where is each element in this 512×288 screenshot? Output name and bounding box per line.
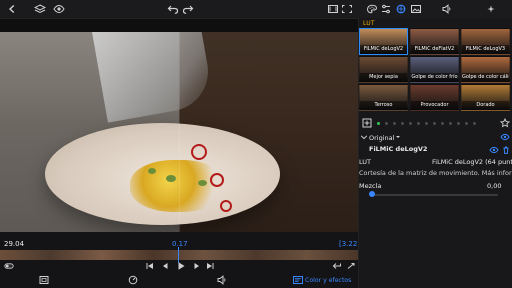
lut-tile[interactable]: Mejor sepia xyxy=(359,56,408,83)
lut-tile-label: Terroso xyxy=(360,101,407,110)
color-effects-label[interactable]: Color y efectos xyxy=(305,277,351,284)
adjust-icon[interactable] xyxy=(380,3,392,15)
preview-split-line[interactable] xyxy=(179,32,180,232)
return-icon[interactable] xyxy=(332,261,342,271)
playhead-time: 0.17 xyxy=(172,240,188,248)
timeline-filmstrip[interactable] xyxy=(0,250,358,260)
mix-slider-track[interactable] xyxy=(370,194,498,196)
pager-dot[interactable] xyxy=(385,122,388,125)
current-lut-title: FiLMiC deLogV2 xyxy=(369,145,428,153)
lut-tile[interactable]: FiLMiC deLogV2 xyxy=(359,28,408,55)
mix-value: 0,00 xyxy=(487,182,502,190)
favorite-star-icon[interactable] xyxy=(500,118,510,128)
mix-slider-knob[interactable] xyxy=(369,191,375,197)
record-toggle-icon[interactable] xyxy=(4,261,14,271)
pager-dot[interactable] xyxy=(377,122,380,125)
fx-icon[interactable] xyxy=(485,3,497,15)
mix-label: Mezcla xyxy=(359,182,382,190)
undo-icon[interactable] xyxy=(167,3,179,15)
lut-tile[interactable]: Golpe de color cálido xyxy=(461,56,510,83)
lut-icon[interactable] xyxy=(395,3,407,15)
preview-red-garnish xyxy=(191,144,207,160)
crop-icon[interactable] xyxy=(38,274,50,286)
lut-tile-label: FiLMiC deFlatV2 xyxy=(411,45,458,54)
frame-back-icon[interactable] xyxy=(160,261,170,271)
preview-red-garnish xyxy=(210,173,224,187)
lut-tile[interactable]: Terroso xyxy=(359,84,408,111)
video-preview[interactable] xyxy=(0,32,358,232)
palette-icon[interactable] xyxy=(366,3,378,15)
audio-icon[interactable] xyxy=(441,3,453,15)
pager-dot[interactable] xyxy=(393,122,396,125)
top-toolbar xyxy=(0,0,512,19)
fullscreen-icon[interactable] xyxy=(341,3,353,15)
lut-tile[interactable]: FiLMiC deFlatV2 xyxy=(410,28,459,55)
redo-icon[interactable] xyxy=(182,3,194,15)
pager-dot[interactable] xyxy=(425,122,428,125)
preview-leaf xyxy=(148,168,156,174)
total-time: [3.22] xyxy=(339,240,361,248)
lut-visibility-icon[interactable] xyxy=(489,145,499,155)
preview-food xyxy=(130,160,226,212)
eye-icon[interactable] xyxy=(53,3,65,15)
pager-dot[interactable] xyxy=(401,122,404,125)
film-icon[interactable] xyxy=(327,3,339,15)
speed-icon[interactable] xyxy=(127,274,139,286)
pager-dot[interactable] xyxy=(433,122,436,125)
lut-tile-label: Dorado xyxy=(462,101,509,110)
lut-pager[interactable] xyxy=(359,118,512,128)
pager-dot[interactable] xyxy=(457,122,460,125)
image-icon[interactable] xyxy=(410,3,422,15)
pager-dot[interactable] xyxy=(417,122,420,125)
pager-dot[interactable] xyxy=(409,122,412,125)
lut-grid: FiLMiC deLogV2 FiLMiC deFlatV2 FiLMiC de… xyxy=(359,28,512,112)
lut-tile[interactable]: Golpe de color frío xyxy=(410,56,459,83)
lut-field-label: LUT xyxy=(359,158,372,166)
lut-tile-label: Mejor sepia xyxy=(360,73,407,82)
color-effects-icon[interactable] xyxy=(292,274,304,286)
expand-icon[interactable] xyxy=(346,261,356,271)
original-label[interactable]: Original xyxy=(369,134,394,142)
lut-tile[interactable]: Dorado xyxy=(461,84,510,111)
pager-dot[interactable] xyxy=(441,122,444,125)
lut-delete-icon[interactable] xyxy=(501,145,511,155)
volume-icon[interactable] xyxy=(216,274,228,286)
lut-tile[interactable]: Provocador xyxy=(410,84,459,111)
lut-tile[interactable]: FiLMiC deLogV3 xyxy=(461,28,510,55)
lut-tile-label: Golpe de color frío xyxy=(411,73,458,82)
pager-dot[interactable] xyxy=(465,122,468,125)
skip-end-icon[interactable] xyxy=(205,261,215,271)
lut-tile-label: FiLMiC deLogV2 xyxy=(360,45,407,54)
lut-header: LUT xyxy=(363,20,375,27)
preview-red-garnish xyxy=(220,200,232,212)
visibility-toggle-icon[interactable] xyxy=(500,132,510,142)
play-icon[interactable] xyxy=(175,260,187,272)
back-arrow-icon[interactable] xyxy=(6,3,18,15)
lut-tile-label: FiLMiC deLogV3 xyxy=(462,45,509,54)
current-time: 29.04 xyxy=(4,240,25,248)
lut-tile-label: Golpe de color cálido xyxy=(462,73,510,82)
preview-leaf xyxy=(198,180,207,186)
lut-description[interactable]: Cortesía de la matriz de movimiento. Más… xyxy=(359,169,512,177)
lut-field-value[interactable]: FiLMiC deLogV2 (64 puntos) xyxy=(432,158,512,166)
pager-dot[interactable] xyxy=(449,122,452,125)
preview-leaf xyxy=(166,175,176,182)
lut-tile-label: Provocador xyxy=(411,101,458,110)
frame-forward-icon[interactable] xyxy=(192,261,202,271)
pager-dot[interactable] xyxy=(473,122,476,125)
layers-icon[interactable] xyxy=(34,3,46,15)
collapse-chevron-icon[interactable] xyxy=(360,133,368,141)
skip-start-icon[interactable] xyxy=(145,261,155,271)
original-dropdown-icon[interactable] xyxy=(395,134,401,140)
